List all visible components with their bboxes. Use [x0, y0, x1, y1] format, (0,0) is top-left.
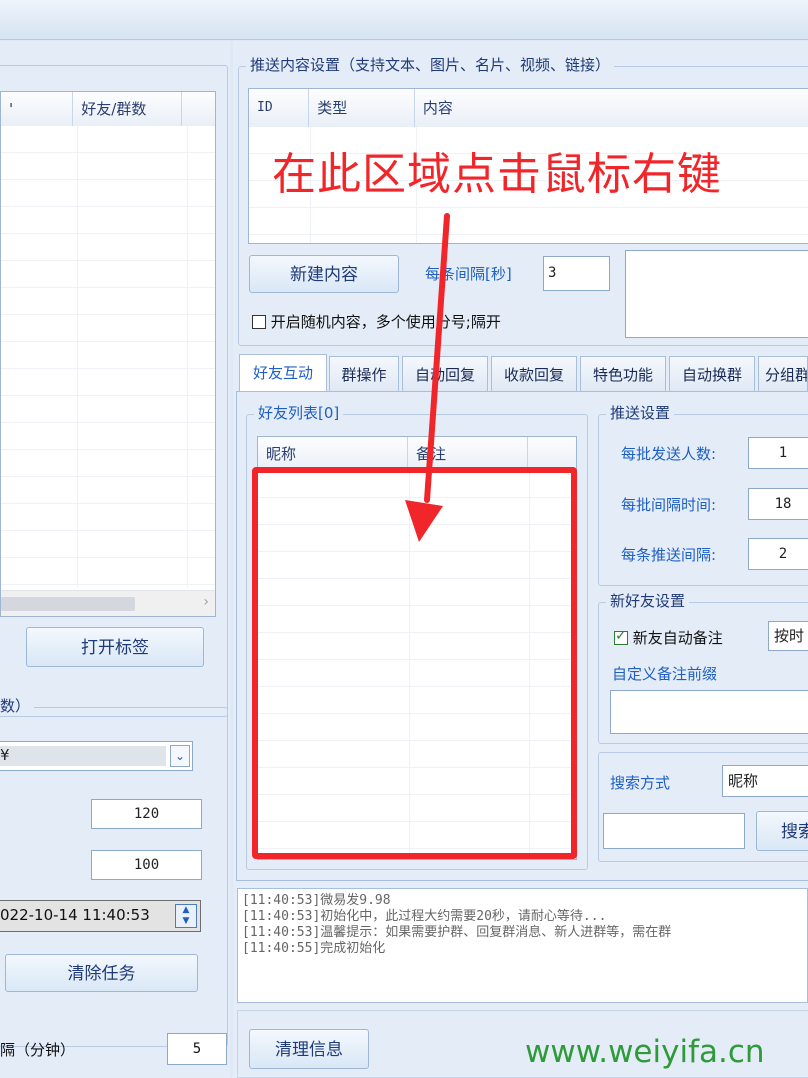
batch-interval-input[interactable]: 18	[748, 488, 808, 520]
groups-list-header: ' 好友/群数	[1, 92, 215, 127]
left-panel: ' 好友/群数 › 打开标签 数） ¥ ⌄ 120 100 022-10-14 …	[0, 41, 230, 1078]
push-content-group-title: 推送内容设置（支持文本、图片、名片、视频、链接）	[246, 54, 615, 75]
item-interval-input[interactable]: 2	[748, 538, 808, 570]
open-tags-button[interactable]: 打开标签	[26, 627, 204, 667]
column-header-friends-groups[interactable]: 好友/群数	[73, 92, 182, 126]
clear-tasks-button[interactable]: 清除任务	[5, 954, 198, 992]
tab-payment-reply[interactable]: 收款回复	[491, 356, 577, 392]
scroll-right-icon[interactable]: ›	[203, 594, 209, 610]
tab-auto-switch-group[interactable]: 自动换群	[669, 356, 755, 392]
clear-info-button[interactable]: 清理信息	[249, 1029, 369, 1069]
log-line: [11:40:55]完成初始化	[242, 941, 386, 956]
value-input-1[interactable]: 120	[91, 799, 202, 829]
arrow-head	[405, 500, 443, 542]
custom-prefix-input[interactable]	[610, 690, 808, 734]
search-button[interactable]: 搜索	[756, 811, 808, 851]
search-input[interactable]	[603, 813, 745, 849]
spin-icon[interactable]: ▲ ▼	[175, 904, 197, 928]
search-mode-label: 搜索方式	[610, 774, 671, 792]
column-header-id[interactable]: ID	[249, 89, 310, 127]
per-batch-label: 每批发送人数:	[621, 445, 717, 463]
value-input-2[interactable]: 100	[91, 850, 202, 880]
log-line: [11:40:53]温馨提示：如果需要护群、回复群消息、新人进群等，需在群	[242, 925, 672, 940]
groups-list[interactable]: ' 好友/群数 ›	[0, 91, 216, 617]
annotation-arrow-icon	[405, 213, 450, 542]
window-title-bar[interactable]	[0, 0, 808, 40]
remark-mode-select[interactable]: 按时	[768, 621, 808, 651]
interval-minutes-input[interactable]: 5	[167, 1033, 227, 1065]
custom-prefix-label: 自定义备注前缀	[612, 665, 718, 683]
new-content-button[interactable]: 新建内容	[249, 255, 399, 293]
per-batch-input[interactable]: 1	[748, 437, 808, 469]
datetime-value: 022-10-14 11:40:53	[0, 906, 150, 924]
new-friend-title: 新好友设置	[606, 590, 690, 611]
interval-minutes-label: 隔（分钟）	[0, 1041, 76, 1059]
tab-group-by-category[interactable]: 分组群	[758, 356, 808, 392]
batch-interval-label: 每批间隔时间:	[621, 496, 717, 514]
send-settings-title: 推送设置	[606, 402, 675, 423]
tab-group-operations[interactable]: 群操作	[329, 356, 399, 392]
column-header-content[interactable]: 内容	[415, 89, 808, 127]
column-header-partial[interactable]: '	[1, 92, 74, 126]
left-combo[interactable]: ¥ ⌄	[0, 741, 193, 771]
watermark: www.weiyifa.cn	[525, 1034, 765, 1070]
column-header-nickname[interactable]: 昵称	[258, 437, 409, 471]
column-header-type[interactable]: 类型	[309, 89, 415, 127]
random-content-textarea[interactable]	[625, 250, 808, 338]
interval-seconds-input[interactable]: 3	[543, 256, 610, 291]
log-panel[interactable]: [11:40:53]微易发9.98 [11:40:53]初始化中，此过程大约需要…	[237, 888, 808, 1003]
log-line: [11:40:53]微易发9.98	[242, 893, 391, 908]
left-task-group-title: 数）	[0, 695, 35, 716]
log-line: [11:40:53]初始化中，此过程大约需要20秒，请耐心等待...	[242, 909, 607, 924]
horizontal-scrollbar[interactable]: ›	[1, 590, 215, 616]
random-content-label: 开启随机内容，多个使用分号;隔开	[270, 313, 501, 331]
tab-special-features[interactable]: 特色功能	[580, 356, 666, 392]
search-mode-select[interactable]: 昵称	[722, 765, 808, 797]
groups-list-rows	[1, 126, 215, 588]
auto-remark-checkbox[interactable]	[614, 628, 628, 645]
scrollbar-thumb[interactable]	[1, 597, 135, 611]
datetime-picker[interactable]: 022-10-14 11:40:53 ▲ ▼	[0, 900, 201, 932]
chevron-down-icon[interactable]: ⌄	[170, 745, 190, 767]
random-content-checkbox[interactable]	[252, 315, 266, 329]
combo-value: ¥	[0, 746, 10, 764]
arrow-shaft	[424, 213, 450, 503]
auto-remark-label: 新友自动备注	[632, 629, 723, 647]
annotation-text: 在此区域点击鼠标右键	[272, 149, 722, 200]
item-interval-label: 每条推送间隔:	[621, 546, 717, 564]
push-content-header: ID 类型 内容	[249, 89, 808, 128]
auto-remark-option[interactable]: 新友自动备注	[614, 627, 723, 648]
friend-list-title: 好友列表[0]	[254, 402, 344, 423]
tab-friend-interaction[interactable]: 好友互动	[239, 354, 327, 392]
